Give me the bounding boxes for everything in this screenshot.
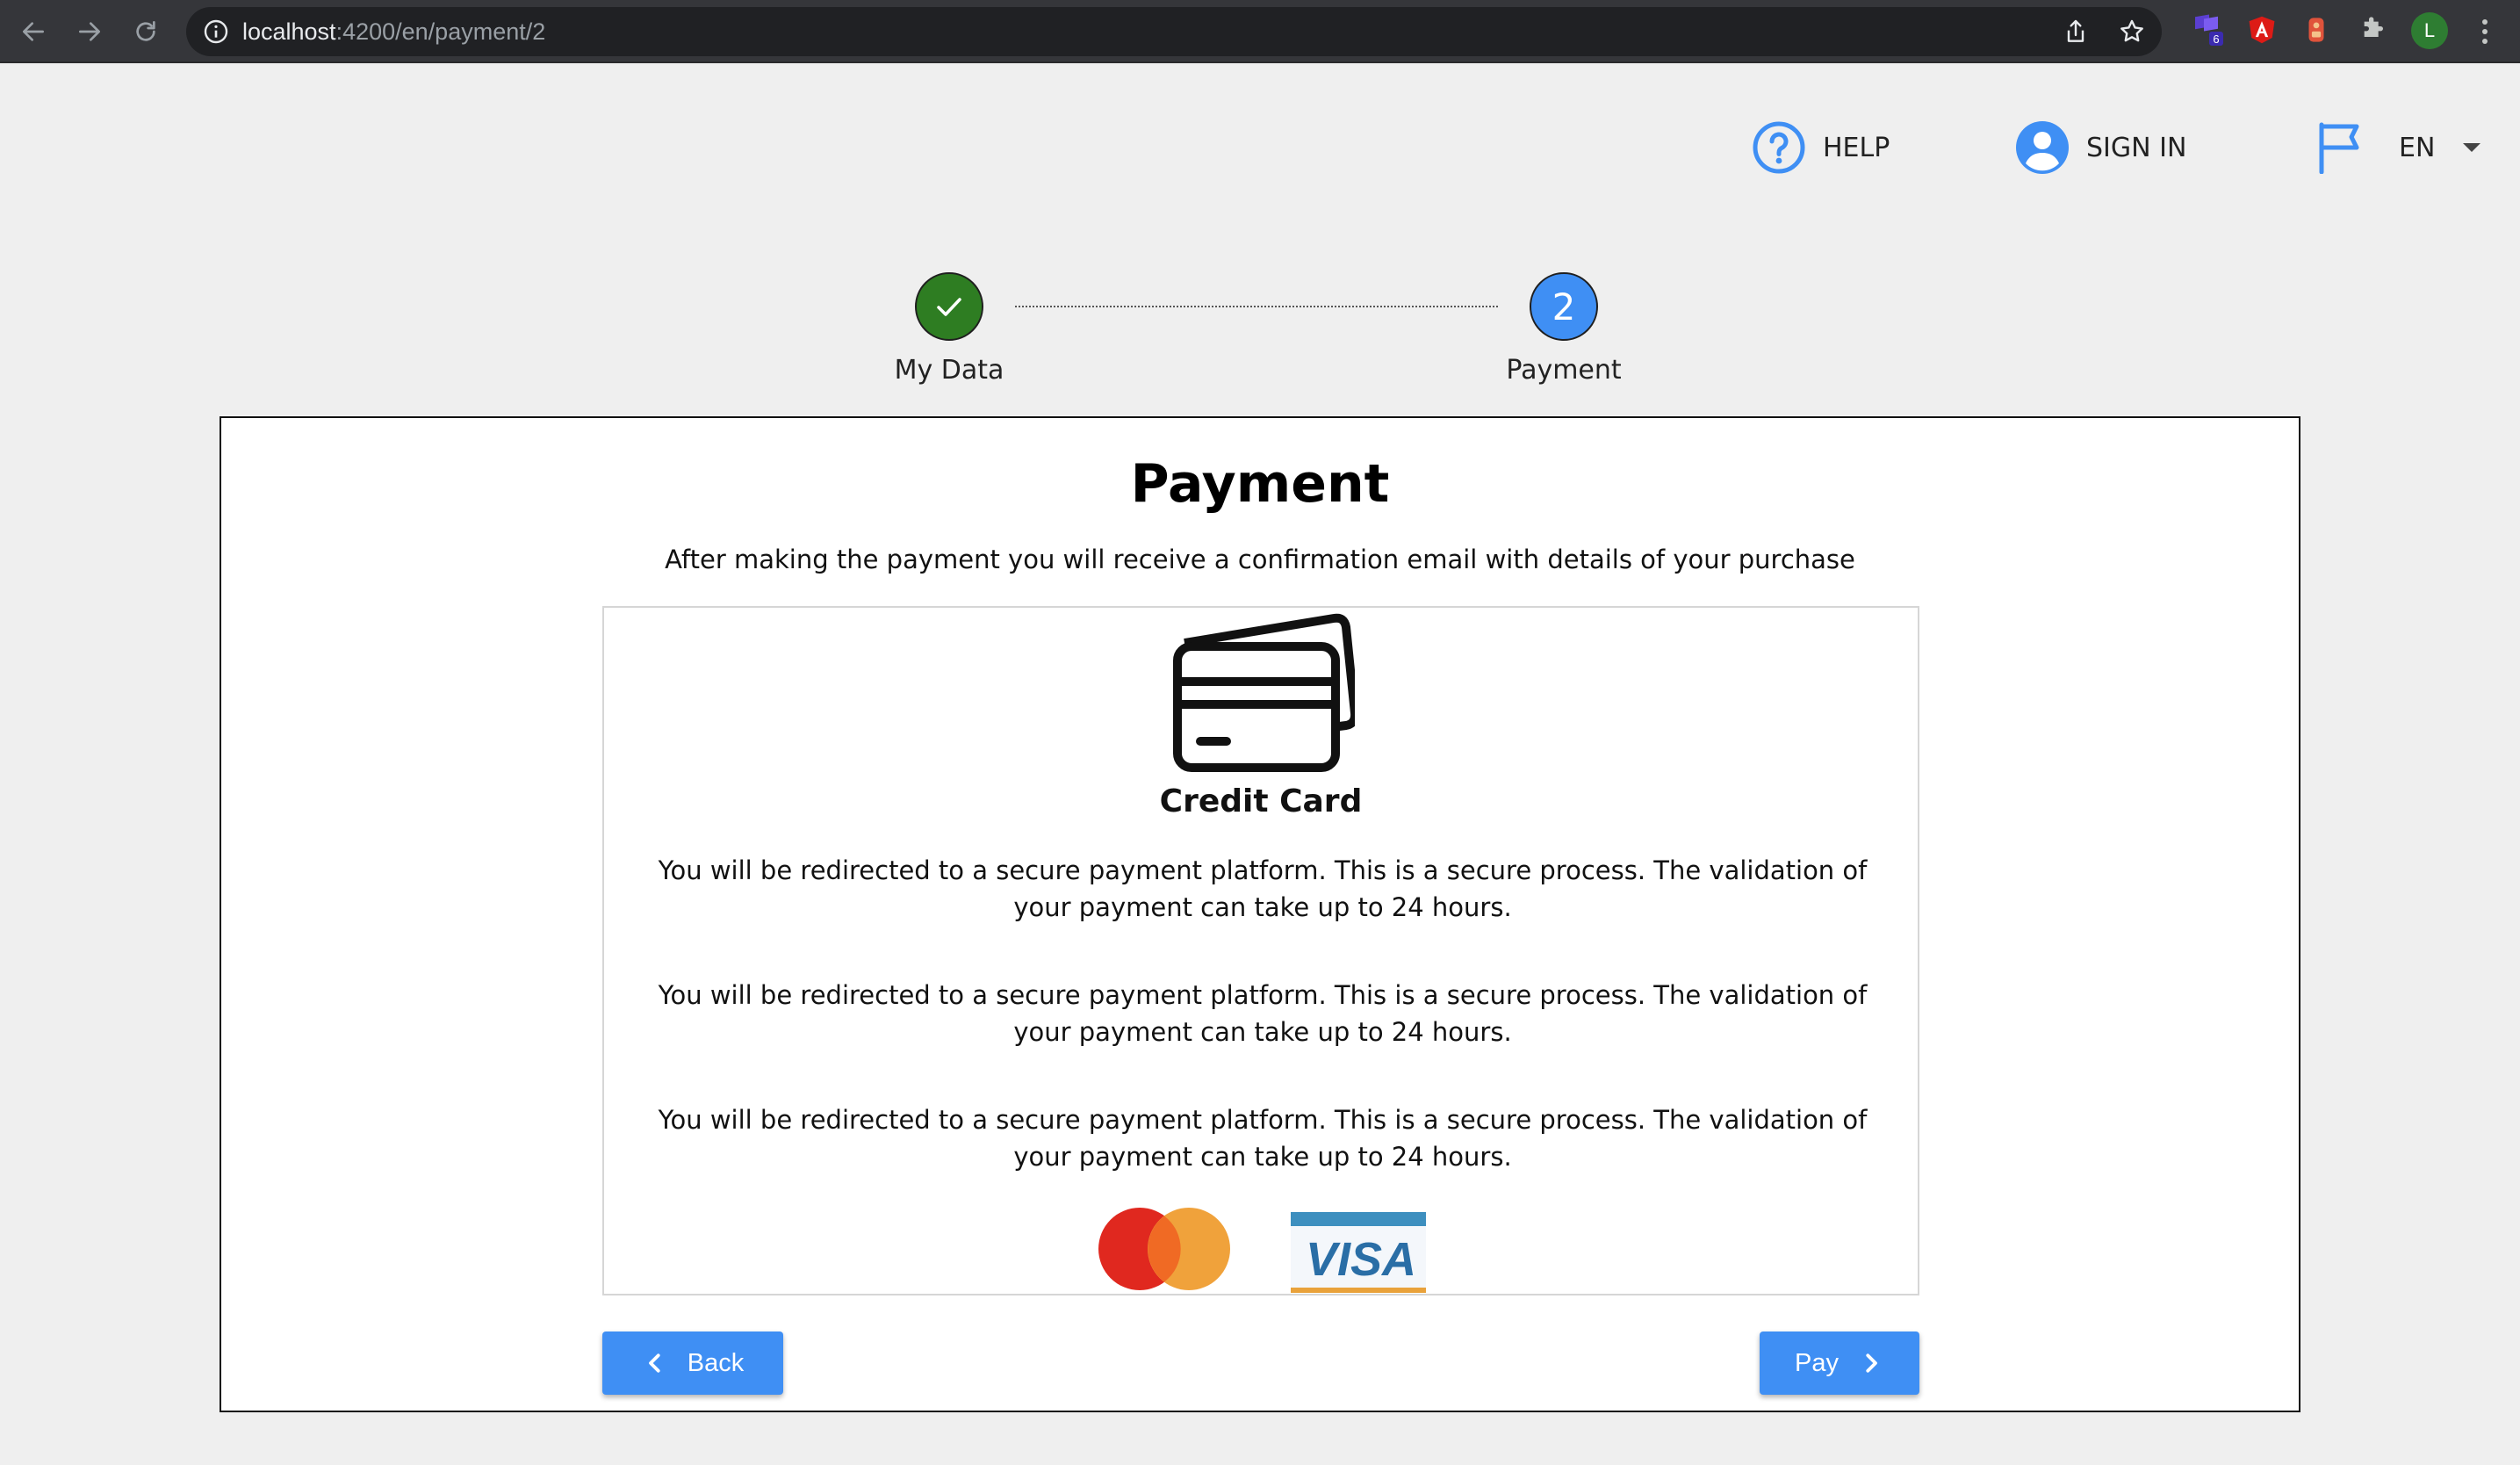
puzzle-extensions-icon[interactable]: [2355, 12, 2390, 47]
back-button[interactable]: Back: [602, 1331, 783, 1395]
extension-badge-count: 6: [2213, 32, 2219, 46]
step-payment-circle: 2: [1530, 272, 1598, 341]
developer-extension-icon[interactable]: [2299, 12, 2334, 47]
visa-logo: VISA: [1291, 1212, 1426, 1293]
mastercard-logo: [1098, 1208, 1230, 1290]
bookmark-star-icon[interactable]: [2118, 18, 2146, 46]
extension-cubes-icon[interactable]: 6: [2192, 12, 2227, 47]
help-circle-icon: [1753, 121, 1805, 174]
payment-info-paragraph: You will be redirected to a secure payme…: [658, 980, 1868, 1047]
back-button-label: Back: [687, 1348, 745, 1377]
stepper-connector: [1015, 306, 1498, 307]
help-label: HELP: [1823, 132, 1890, 163]
pay-button[interactable]: Pay: [1760, 1331, 1919, 1395]
profile-avatar[interactable]: L: [2411, 12, 2448, 49]
payment-card: Payment After making the payment you wil…: [220, 416, 2300, 1412]
payment-method-credit-card[interactable]: Credit Card You will be redirected to a …: [602, 606, 1919, 1295]
chevron-left-icon: [648, 1353, 660, 1373]
sign-in-label: SIGN IN: [2086, 132, 2187, 163]
url-path: :4200/en/payment/2: [335, 18, 546, 45]
browser-toolbar: localhost:4200/en/payment/2 6 L: [0, 0, 2520, 63]
language-label: EN: [2399, 132, 2436, 163]
address-url[interactable]: localhost:4200/en/payment/2: [242, 7, 545, 56]
url-host: localhost: [242, 18, 336, 45]
browser-menu-icon[interactable]: [2474, 12, 2495, 51]
chevron-right-icon: [1866, 1353, 1877, 1373]
back-arrow-icon[interactable]: [12, 11, 54, 53]
address-bar[interactable]: localhost:4200/en/payment/2: [186, 7, 2162, 56]
payment-info-paragraph: You will be redirected to a secure payme…: [658, 1105, 1868, 1172]
pay-button-label: Pay: [1795, 1348, 1839, 1377]
forward-arrow-icon[interactable]: [68, 11, 111, 53]
page-subtitle: After making the payment you will receiv…: [665, 545, 1855, 574]
step-payment-label: Payment: [1506, 355, 1622, 386]
sign-in-link[interactable]: SIGN IN: [2014, 119, 2186, 176]
reload-icon[interactable]: [125, 11, 167, 53]
credit-card-icon: [1173, 613, 1355, 772]
checkmark-icon: [937, 298, 961, 316]
user-account-icon: [2016, 121, 2069, 174]
dropdown-caret-icon: [2463, 143, 2481, 152]
payment-info-paragraph: You will be redirected to a secure payme…: [658, 855, 1868, 922]
share-icon[interactable]: [2062, 18, 2090, 46]
angular-devtools-icon[interactable]: [2244, 12, 2279, 47]
help-link[interactable]: HELP: [1751, 119, 1890, 176]
language-selector[interactable]: EN: [2315, 119, 2482, 176]
visa-wordmark: VISA: [1306, 1233, 1416, 1286]
step-my-data-label: My Data: [894, 355, 1004, 386]
step-my-data-circle: [915, 272, 983, 341]
payment-method-title: Credit Card: [1159, 783, 1363, 819]
page-title: Payment: [1130, 453, 1390, 515]
flag-icon: [2319, 122, 2359, 174]
site-info-icon[interactable]: [202, 18, 230, 46]
